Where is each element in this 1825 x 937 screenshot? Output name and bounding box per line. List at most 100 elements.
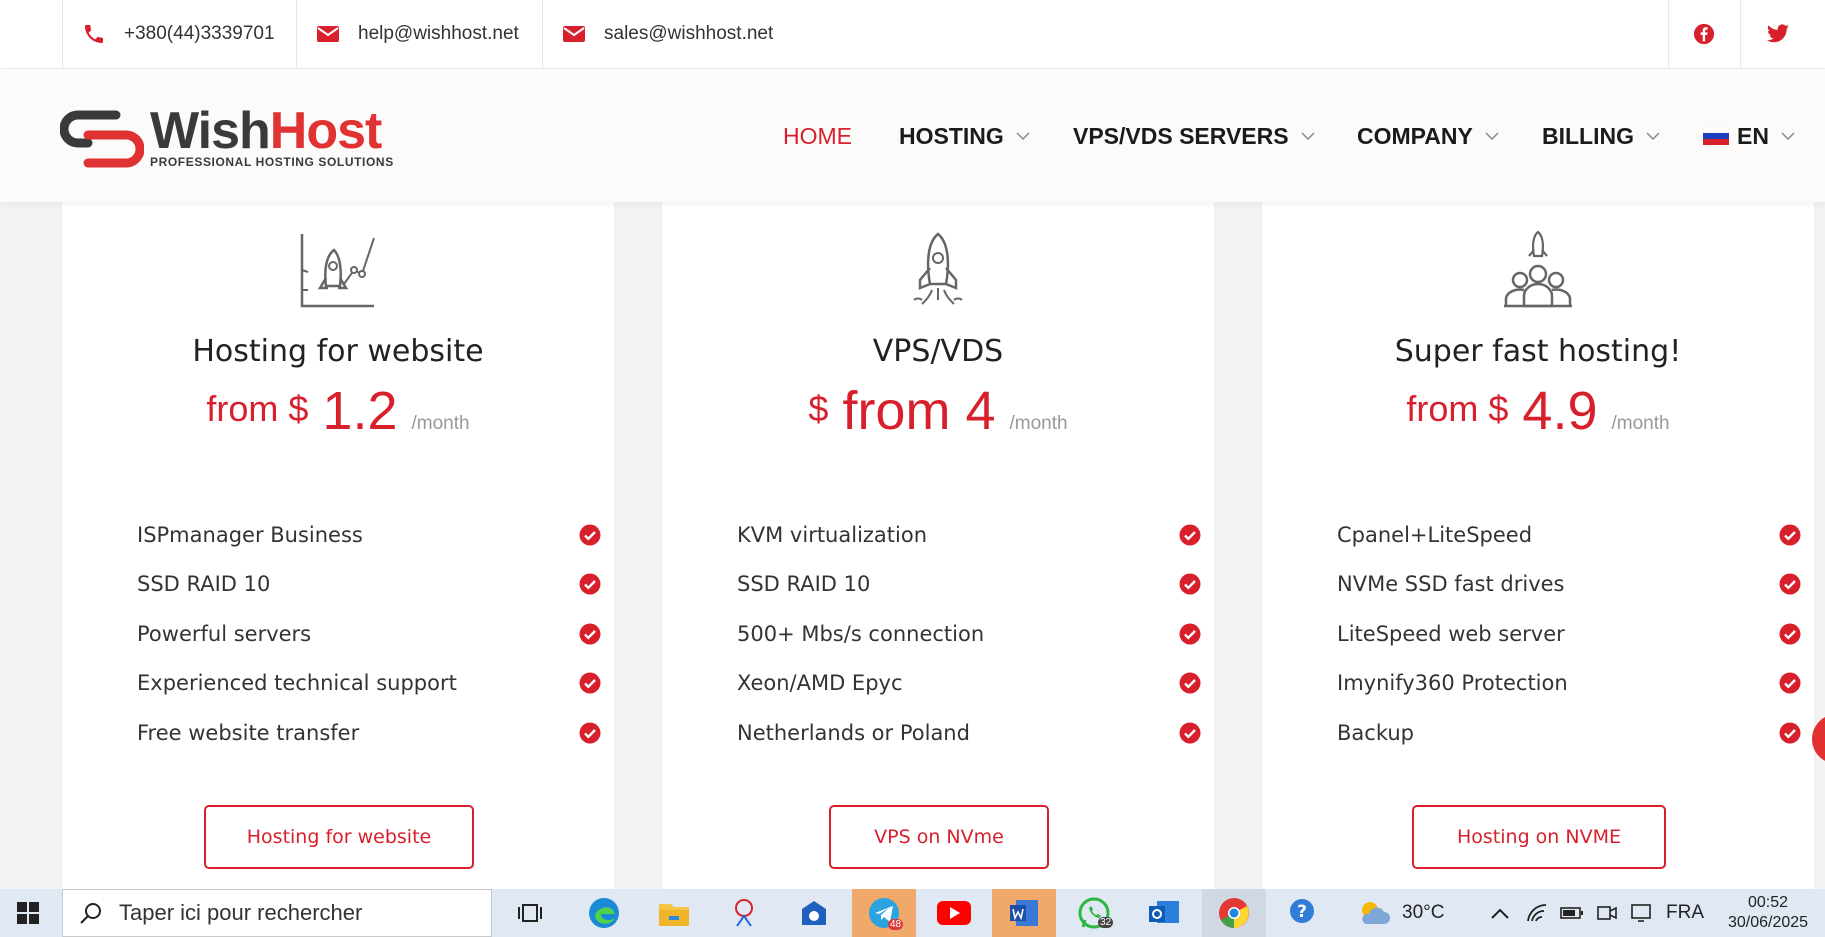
vps-on-nvme-button[interactable]: VPS on NVme [829,805,1049,869]
battery-icon[interactable] [1560,906,1584,920]
folder-icon [659,904,689,926]
price-prefix: from $ [1406,388,1509,429]
youtube-icon [937,901,971,925]
start-button[interactable] [0,889,56,937]
chrome-icon [1219,898,1249,928]
weather-sun-cloud-icon [1362,902,1390,924]
price-amount: 1.2 [322,381,398,441]
edge-taskbar-icon[interactable] [572,889,636,937]
chrome-taskbar-icon[interactable] [1202,889,1266,937]
logo-tagline: PROFESSIONAL HOSTING SOLUTIONS [150,155,394,169]
task-view-button[interactable] [498,889,562,937]
store-taskbar-icon[interactable] [782,889,846,937]
russia-flag-icon [1703,127,1729,145]
envelope-icon [563,26,585,42]
help-taskbar-icon[interactable]: ? [1272,889,1336,937]
store-icon [802,901,826,925]
nav-company[interactable]: COMPANY [1357,121,1499,151]
phone-contact[interactable]: +380(44)3339701 [82,0,275,68]
plan-price: from $ 4.9/month [1262,380,1814,442]
divider [62,0,63,68]
rocket-team-icon [1504,230,1572,308]
check-circle-icon [579,722,601,744]
weather-widget[interactable]: 30°C [1356,889,1444,937]
chevron-down-icon [1646,132,1660,141]
check-circle-icon [1779,573,1801,595]
plan-title: VPS/VDS [872,334,1004,369]
display-icon[interactable] [1630,903,1652,923]
list-item: Imynify360 Protection [1337,659,1805,709]
list-item: Cpanel+LiteSpeed [1337,510,1805,560]
check-circle-icon [579,672,601,694]
telegram-taskbar-icon[interactable]: 48 [852,889,916,937]
rocket-chart-icon [300,234,375,308]
list-item: SSD RAID 10 [737,560,1205,610]
phone-number: +380(44)3339701 [124,23,275,44]
list-item: KVM virtualization [737,510,1205,560]
price-amount: 4.9 [1522,381,1598,441]
keyboard-language[interactable]: FRA [1666,902,1704,924]
site-header: WishHost PROFESSIONAL HOSTING SOLUTIONS … [0,69,1825,202]
windows-taskbar: Taper ici pour rechercher 48 32 ? 30°C F… [0,889,1825,937]
nav-billing[interactable]: BILLING [1542,121,1660,151]
file-explorer-taskbar-icon[interactable] [642,889,706,937]
word-icon [1010,900,1038,926]
check-circle-icon [1179,672,1201,694]
price-amount: from 4 [842,381,996,441]
list-item: ISPmanager Business [137,510,605,560]
hosting-for-website-button[interactable]: Hosting for website [204,805,474,869]
list-item: Backup [1337,708,1805,758]
facebook-link[interactable] [1668,0,1740,68]
top-contact-bar: +380(44)3339701 help@wishhost.net sales@… [0,0,1825,69]
taskbar-search-box[interactable]: Taper ici pour rechercher [62,889,492,937]
list-item: Netherlands or Poland [737,708,1205,758]
check-circle-icon [1779,672,1801,694]
outlook-taskbar-icon[interactable] [1132,889,1196,937]
phone-icon [85,25,103,43]
feature-list: ISPmanager Business SSD RAID 10 Powerful… [137,510,605,758]
logo-wordmark: WishHost [150,102,382,160]
plan-card-fast-hosting: Super fast hosting! from $ 4.9/month Cpan… [1262,202,1814,937]
chevron-up-icon[interactable] [1490,906,1510,920]
list-item: SSD RAID 10 [137,560,605,610]
check-circle-icon [1179,524,1201,546]
nav-home[interactable]: HOME [783,121,852,151]
svg-text:?: ? [1297,902,1307,922]
chevron-down-icon [1301,132,1315,141]
system-tray: FRA [1490,889,1704,937]
twitter-icon [1767,24,1789,43]
list-item: Powerful servers [137,609,605,659]
youtube-taskbar-icon[interactable] [922,889,986,937]
list-item: NVMe SSD fast drives [1337,560,1805,610]
check-circle-icon [1179,573,1201,595]
system-clock[interactable]: 00:52 30/06/2025 [1708,893,1825,933]
nav-hosting[interactable]: HOSTING [899,121,1030,151]
language-selector[interactable]: EN [1703,121,1795,151]
sales-email-contact[interactable]: sales@wishhost.net [562,0,773,68]
divider [1740,0,1741,68]
price-currency: $ [808,388,829,429]
check-circle-icon [1179,722,1201,744]
help-email-contact[interactable]: help@wishhost.net [316,0,519,68]
word-taskbar-icon[interactable] [992,889,1056,937]
rocket-icon [913,232,963,305]
task-view-icon [518,904,542,922]
twitter-link[interactable] [1742,0,1814,68]
envelope-icon [317,26,339,42]
network-app-icon [735,899,753,927]
nav-vps-servers[interactable]: VPS/VDS SERVERS [1073,121,1315,151]
check-circle-icon [579,524,601,546]
list-item: Xeon/AMD Epyc [737,659,1205,709]
notification-badge: 48 [888,919,904,930]
clock-time: 00:52 [1747,894,1789,911]
app-taskbar-icon[interactable] [712,889,776,937]
camera-icon[interactable] [1596,903,1618,923]
check-circle-icon [1179,623,1201,645]
hosting-on-nvme-button[interactable]: Hosting on NVME [1412,805,1666,869]
feature-list: KVM virtualization SSD RAID 10 500+ Mbs/… [737,510,1205,758]
chevron-down-icon [1781,132,1795,141]
whatsapp-taskbar-icon[interactable]: 32 [1062,889,1126,937]
list-item: LiteSpeed web server [1337,609,1805,659]
wifi-icon[interactable] [1526,903,1548,923]
plan-price: $ from 4/month [662,380,1214,442]
